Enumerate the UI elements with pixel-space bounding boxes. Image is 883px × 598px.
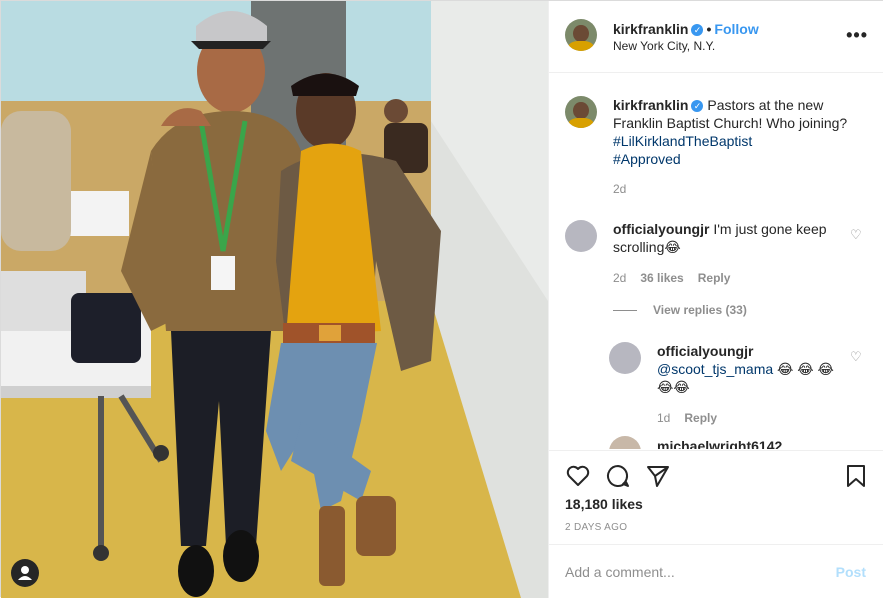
comment-username[interactable]: officialyoungjr bbox=[613, 221, 709, 237]
bookmark-icon[interactable] bbox=[843, 463, 869, 489]
comment-age: 2d bbox=[613, 271, 627, 285]
comments-list[interactable]: kirkfranklin ✓ Pastors at the new Frankli… bbox=[549, 74, 883, 449]
reply-avatar[interactable] bbox=[609, 342, 641, 374]
reply-age: 1d bbox=[657, 411, 671, 425]
comment-reply-button[interactable]: Reply bbox=[698, 271, 731, 285]
post-location[interactable]: New York City, N.Y. bbox=[613, 39, 715, 53]
caption-username[interactable]: kirkfranklin bbox=[613, 97, 688, 113]
caption-avatar[interactable] bbox=[565, 96, 597, 128]
view-replies-button[interactable]: View replies (33) bbox=[613, 303, 747, 317]
reply-username[interactable]: officialyoungjr bbox=[657, 343, 753, 359]
post-side-panel: kirkfranklin ✓ • Follow New York City, N.Y.… bbox=[548, 1, 883, 598]
hashtag-link[interactable]: #LilKirklandTheBaptist bbox=[613, 133, 752, 149]
author-line: kirkfranklin ✓ • Follow bbox=[613, 21, 759, 37]
comment-input[interactable] bbox=[565, 561, 815, 583]
comment: officialyoungjr I'm just gone keep scrol… bbox=[613, 220, 843, 256]
caption-age: 2d bbox=[613, 182, 627, 196]
post-header: kirkfranklin ✓ • Follow New York City, N.Y.… bbox=[549, 1, 883, 73]
view-replies-label: View replies (33) bbox=[653, 303, 747, 317]
likes-count[interactable]: 18,180 likes bbox=[565, 496, 643, 512]
instagram-post: kirkfranklin ✓ • Follow New York City, N.Y.… bbox=[0, 0, 883, 598]
reply-like-heart-icon[interactable]: ♡ bbox=[850, 350, 862, 363]
divider-line bbox=[613, 310, 637, 312]
comment-likes[interactable]: 36 likes bbox=[640, 271, 683, 285]
commenter-avatar[interactable] bbox=[565, 220, 597, 252]
post-photo-image bbox=[1, 1, 548, 598]
reply: officialyoungjr @scoot_tjs_mama 😂 😂 😂😂😂 bbox=[657, 342, 837, 396]
comment-meta: 2d 36 likes Reply bbox=[613, 271, 730, 285]
follow-button[interactable]: Follow bbox=[714, 21, 758, 37]
caption: kirkfranklin ✓ Pastors at the new Frankli… bbox=[613, 96, 863, 168]
reply-meta: 1d Reply bbox=[657, 411, 717, 425]
post-comment-button[interactable]: Post bbox=[836, 564, 866, 580]
post-photo[interactable] bbox=[1, 1, 548, 598]
reply-username[interactable]: michaelwright6142 bbox=[657, 438, 782, 449]
share-icon[interactable] bbox=[645, 463, 671, 489]
user-icon bbox=[18, 566, 32, 580]
verified-badge-icon: ✓ bbox=[691, 100, 704, 112]
separator-dot: • bbox=[706, 21, 712, 37]
post-actions: 18,180 likes 2 DAYS AGO bbox=[549, 450, 883, 544]
add-comment-bar: Post bbox=[549, 544, 883, 598]
author-avatar[interactable] bbox=[565, 19, 597, 51]
post-timestamp[interactable]: 2 DAYS AGO bbox=[565, 522, 627, 533]
hashtag-link[interactable]: #Approved bbox=[613, 151, 681, 167]
reply-reply-button[interactable]: Reply bbox=[684, 411, 717, 425]
reply-mention[interactable]: @scoot_tjs_mama bbox=[657, 361, 773, 377]
verified-badge-icon: ✓ bbox=[691, 24, 704, 36]
more-options-icon[interactable]: ••• bbox=[846, 25, 868, 46]
tagged-users-button[interactable] bbox=[11, 559, 39, 587]
comment-like-heart-icon[interactable]: ♡ bbox=[850, 228, 862, 241]
reply-avatar[interactable] bbox=[609, 436, 641, 449]
comment-icon[interactable] bbox=[605, 463, 631, 489]
author-username[interactable]: kirkfranklin bbox=[613, 21, 688, 37]
heart-icon[interactable] bbox=[565, 463, 591, 489]
